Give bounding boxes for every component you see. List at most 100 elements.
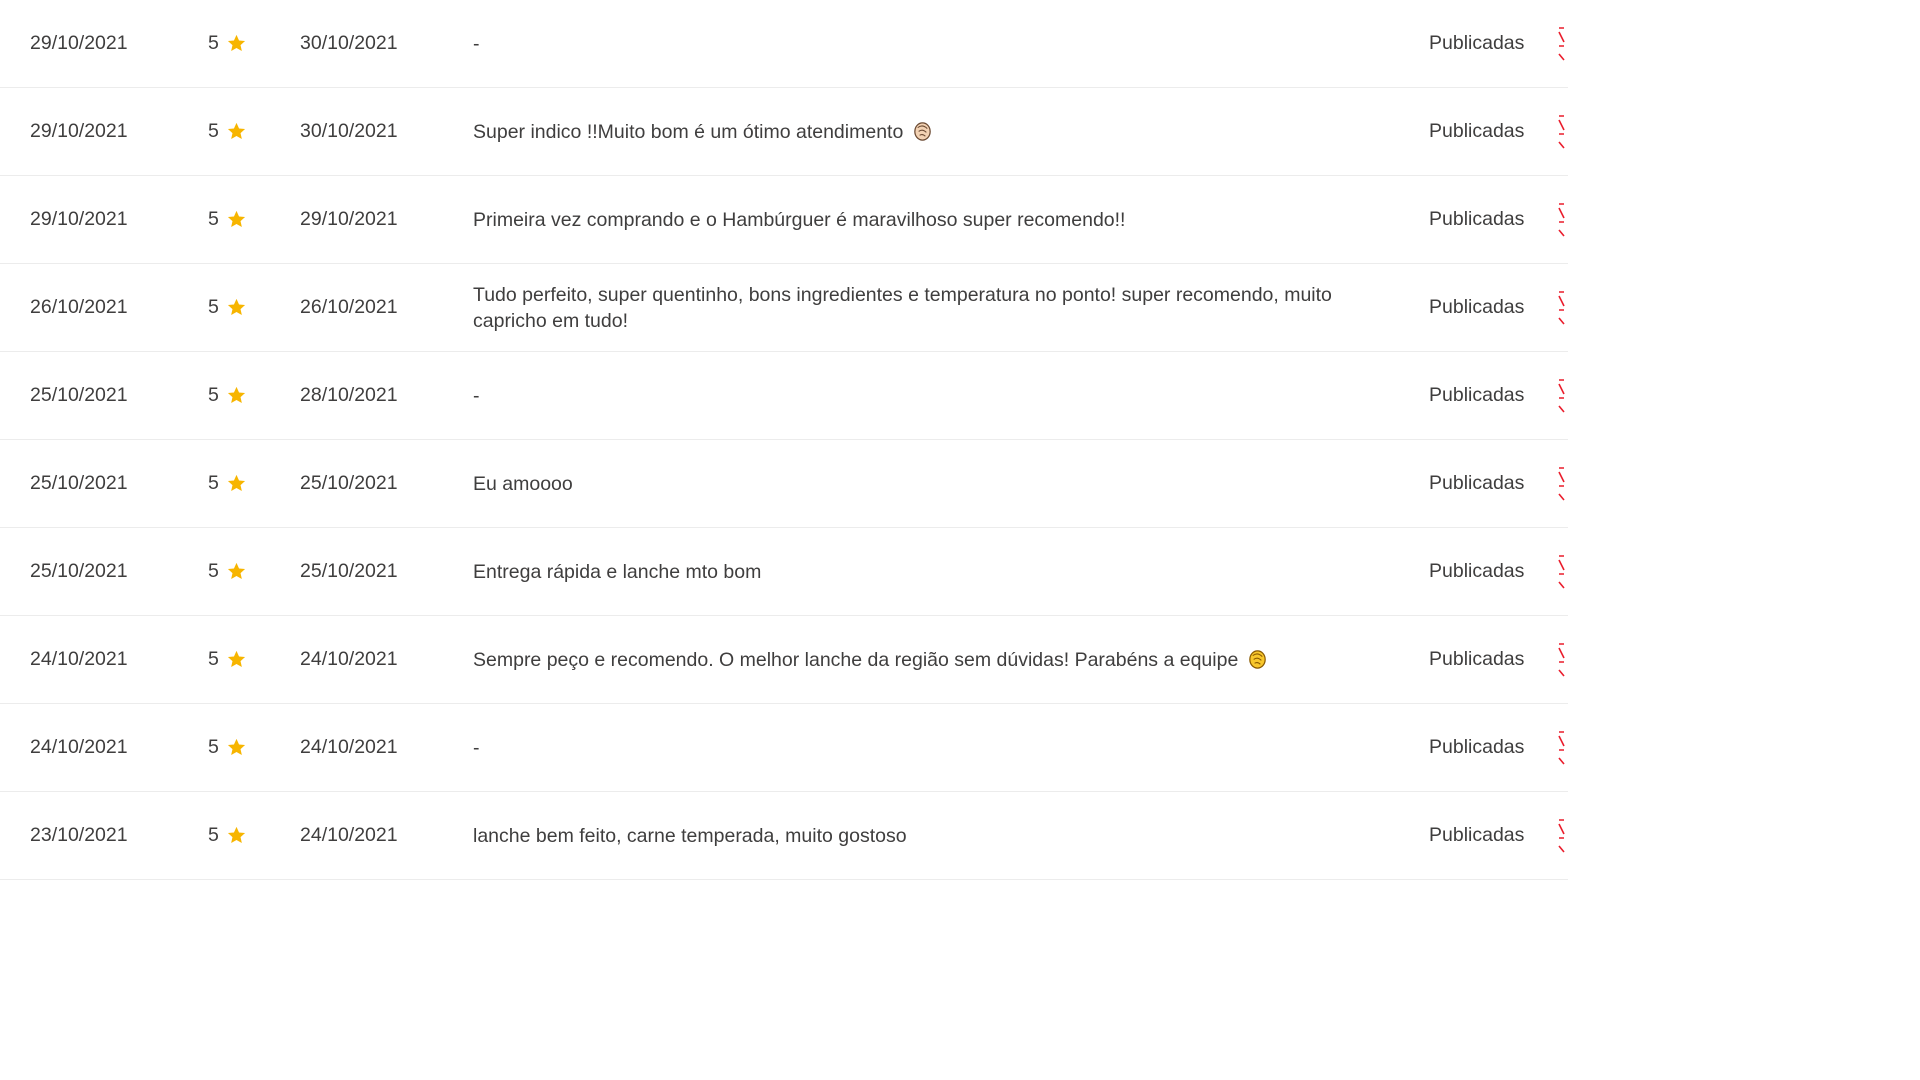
rating-value: 5 [208, 32, 219, 54]
status-label: Publicadas [1429, 736, 1525, 758]
row-action-link[interactable] [1558, 440, 1578, 527]
clap-yellow-icon [1246, 647, 1269, 670]
reply-date: 30/10/2021 [300, 120, 398, 142]
reply-date: 24/10/2021 [300, 736, 398, 758]
comment-text: lanche bem feito, carne temperada, muito… [473, 824, 907, 847]
reply-date: 25/10/2021 [300, 560, 398, 582]
status-label: Publicadas [1429, 32, 1525, 54]
review-date: 29/10/2021 [30, 32, 128, 54]
status-label: Publicadas [1429, 648, 1525, 670]
rating-value: 5 [208, 736, 219, 758]
star-icon [226, 649, 247, 670]
row-action-link[interactable] [1558, 88, 1578, 175]
review-comment: lanche bem feito, carne temperada, muito… [473, 792, 1393, 879]
comment-text: Eu amoooo [473, 472, 573, 495]
row-action-link[interactable] [1558, 792, 1578, 879]
rating: 5 [208, 176, 268, 263]
action-mark-icon [1558, 818, 1565, 853]
table-row[interactable]: 23/10/2021 5 24/10/2021 lanche bem feito… [0, 792, 1568, 880]
row-action-link[interactable] [1558, 0, 1578, 87]
rating: 5 [208, 352, 268, 439]
review-comment: Tudo perfeito, super quentinho, bons ing… [473, 264, 1393, 351]
action-mark-icon [1558, 730, 1565, 765]
table-row[interactable]: 29/10/2021 5 30/10/2021 Super indico !!M… [0, 88, 1568, 176]
status-label: Publicadas [1429, 824, 1525, 846]
table-row[interactable]: 26/10/2021 5 26/10/2021 Tudo perfeito, s… [0, 264, 1568, 352]
review-date: 29/10/2021 [30, 120, 128, 142]
action-mark-icon [1558, 26, 1565, 61]
rating: 5 [208, 704, 268, 791]
review-date: 23/10/2021 [30, 824, 128, 846]
rating-value: 5 [208, 472, 219, 494]
table-row[interactable]: 24/10/2021 5 24/10/2021 - Publicadas [0, 704, 1568, 792]
review-date: 24/10/2021 [30, 648, 128, 670]
rating-value: 5 [208, 824, 219, 846]
comment-text: - [473, 384, 480, 407]
action-mark-icon [1558, 554, 1565, 589]
star-icon [226, 473, 247, 494]
comment-text: Primeira vez comprando e o Hambúrguer é … [473, 208, 1126, 231]
row-action-link[interactable] [1558, 176, 1578, 263]
review-date: 26/10/2021 [30, 296, 128, 318]
table-row[interactable]: 29/10/2021 5 30/10/2021 - Publicadas [0, 0, 1568, 88]
rating-value: 5 [208, 560, 219, 582]
comment-text: Entrega rápida e lanche mto bom [473, 560, 762, 583]
action-mark-icon [1558, 466, 1565, 501]
reply-date: 30/10/2021 [300, 32, 398, 54]
review-comment: Eu amoooo [473, 440, 1393, 527]
reply-date: 24/10/2021 [300, 648, 398, 670]
reviews-table: 29/10/2021 5 30/10/2021 - Publicadas 29/… [0, 0, 1568, 880]
rating-value: 5 [208, 208, 219, 230]
table-row[interactable]: 29/10/2021 5 29/10/2021 Primeira vez com… [0, 176, 1568, 264]
review-date: 25/10/2021 [30, 384, 128, 406]
review-comment: Primeira vez comprando e o Hambúrguer é … [473, 176, 1393, 263]
rating-value: 5 [208, 296, 219, 318]
review-comment: - [473, 0, 1393, 87]
table-row[interactable]: 25/10/2021 5 28/10/2021 - Publicadas [0, 352, 1568, 440]
rating: 5 [208, 88, 268, 175]
star-icon [226, 209, 247, 230]
row-action-link[interactable] [1558, 616, 1578, 703]
star-icon [226, 825, 247, 846]
reply-date: 25/10/2021 [300, 472, 398, 494]
row-action-link[interactable] [1558, 352, 1578, 439]
table-row[interactable]: 24/10/2021 5 24/10/2021 Sempre peço e re… [0, 616, 1568, 704]
status-label: Publicadas [1429, 472, 1525, 494]
review-comment: Entrega rápida e lanche mto bom [473, 528, 1393, 615]
row-action-link[interactable] [1558, 264, 1578, 351]
star-icon [226, 561, 247, 582]
row-action-link[interactable] [1558, 704, 1578, 791]
table-row[interactable]: 25/10/2021 5 25/10/2021 Eu amoooo Public… [0, 440, 1568, 528]
rating: 5 [208, 792, 268, 879]
rating-value: 5 [208, 384, 219, 406]
comment-text: Tudo perfeito, super quentinho, bons ing… [473, 283, 1332, 332]
rating: 5 [208, 528, 268, 615]
status-label: Publicadas [1429, 560, 1525, 582]
clap-light-icon [911, 119, 934, 142]
review-date: 24/10/2021 [30, 736, 128, 758]
status-label: Publicadas [1429, 384, 1525, 406]
row-action-link[interactable] [1558, 528, 1578, 615]
status-label: Publicadas [1429, 120, 1525, 142]
reply-date: 26/10/2021 [300, 296, 398, 318]
action-mark-icon [1558, 202, 1565, 237]
star-icon [226, 297, 247, 318]
star-icon [226, 737, 247, 758]
action-mark-icon [1558, 114, 1565, 149]
star-icon [226, 385, 247, 406]
table-row[interactable]: 25/10/2021 5 25/10/2021 Entrega rápida e… [0, 528, 1568, 616]
reply-date: 24/10/2021 [300, 824, 398, 846]
rating: 5 [208, 264, 268, 351]
review-date: 25/10/2021 [30, 560, 128, 582]
comment-text: - [473, 32, 480, 55]
status-label: Publicadas [1429, 208, 1525, 230]
reply-date: 29/10/2021 [300, 208, 398, 230]
review-date: 29/10/2021 [30, 208, 128, 230]
action-mark-icon [1558, 642, 1565, 677]
star-icon [226, 33, 247, 54]
rating: 5 [208, 616, 268, 703]
comment-text: - [473, 736, 480, 759]
review-date: 25/10/2021 [30, 472, 128, 494]
comment-text: Super indico !!Muito bom é um ótimo aten… [473, 120, 904, 143]
action-mark-icon [1558, 290, 1565, 325]
